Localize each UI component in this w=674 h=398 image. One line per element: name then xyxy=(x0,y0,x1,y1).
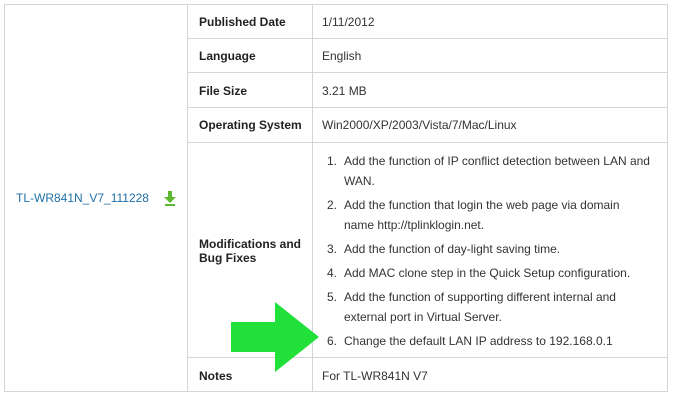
file-size-label: File Size xyxy=(199,84,248,98)
list-item-text: Add the function of IP conflict detectio… xyxy=(344,154,650,168)
language-value: English xyxy=(322,49,362,63)
list-item-number: 4. xyxy=(327,266,338,280)
row-divider xyxy=(188,38,667,39)
file-size-value: 3.21 MB xyxy=(322,84,367,98)
row-divider xyxy=(188,72,667,73)
modifications-label: Modifications and Bug Fixes xyxy=(199,237,301,265)
download-arrow-icon[interactable] xyxy=(163,190,177,206)
list-item-text: Add the function that login the web page… xyxy=(344,198,620,212)
language-label: Language xyxy=(199,49,256,63)
list-item: 2. Add the function that login the web p… xyxy=(322,195,652,235)
firmware-file-link[interactable]: TL-WR841N_V7_111228 xyxy=(16,191,149,205)
list-item-number: 2. xyxy=(327,198,338,212)
row-divider xyxy=(188,107,667,108)
modifications-label-line2: Bug Fixes xyxy=(199,251,257,265)
list-item-text: Add MAC clone step in the Quick Setup co… xyxy=(344,266,631,280)
list-item-text: name http://tplinklogin.net. xyxy=(344,218,485,232)
list-item-text: Change the default LAN IP address to 192… xyxy=(344,334,613,348)
operating-system-value: Win2000/XP/2003/Vista/7/Mac/Linux xyxy=(322,118,517,132)
list-item: 3. Add the function of day-light saving … xyxy=(322,239,652,259)
list-item-text: WAN. xyxy=(344,174,375,188)
list-item-number: 6. xyxy=(327,334,338,348)
list-item-number: 5. xyxy=(327,290,338,304)
row-divider xyxy=(188,142,667,143)
list-item-text: Add the function of day-light saving tim… xyxy=(344,242,561,256)
column-divider xyxy=(187,5,188,391)
list-item: 4. Add MAC clone step in the Quick Setup… xyxy=(322,263,652,283)
list-item: 5. Add the function of supporting differ… xyxy=(322,287,652,327)
modifications-label-line1: Modifications and xyxy=(199,237,301,251)
published-date-value: 1/11/2012 xyxy=(322,15,375,29)
list-item-text: external port in Virtual Server. xyxy=(344,310,502,324)
list-item: 1. Add the function of IP conflict detec… xyxy=(322,151,652,191)
green-arrow-icon xyxy=(231,302,319,372)
published-date-label: Published Date xyxy=(199,15,286,29)
list-item-number: 1. xyxy=(327,154,338,168)
operating-system-label: Operating System xyxy=(199,118,302,132)
list-item: 6. Change the default LAN IP address to … xyxy=(322,331,652,351)
modifications-list: 1. Add the function of IP conflict detec… xyxy=(322,151,652,351)
list-item-text: Add the function of supporting different… xyxy=(344,290,616,304)
notes-label: Notes xyxy=(199,369,233,383)
notes-value: For TL-WR841N V7 xyxy=(322,369,428,383)
list-item-number: 3. xyxy=(327,242,338,256)
